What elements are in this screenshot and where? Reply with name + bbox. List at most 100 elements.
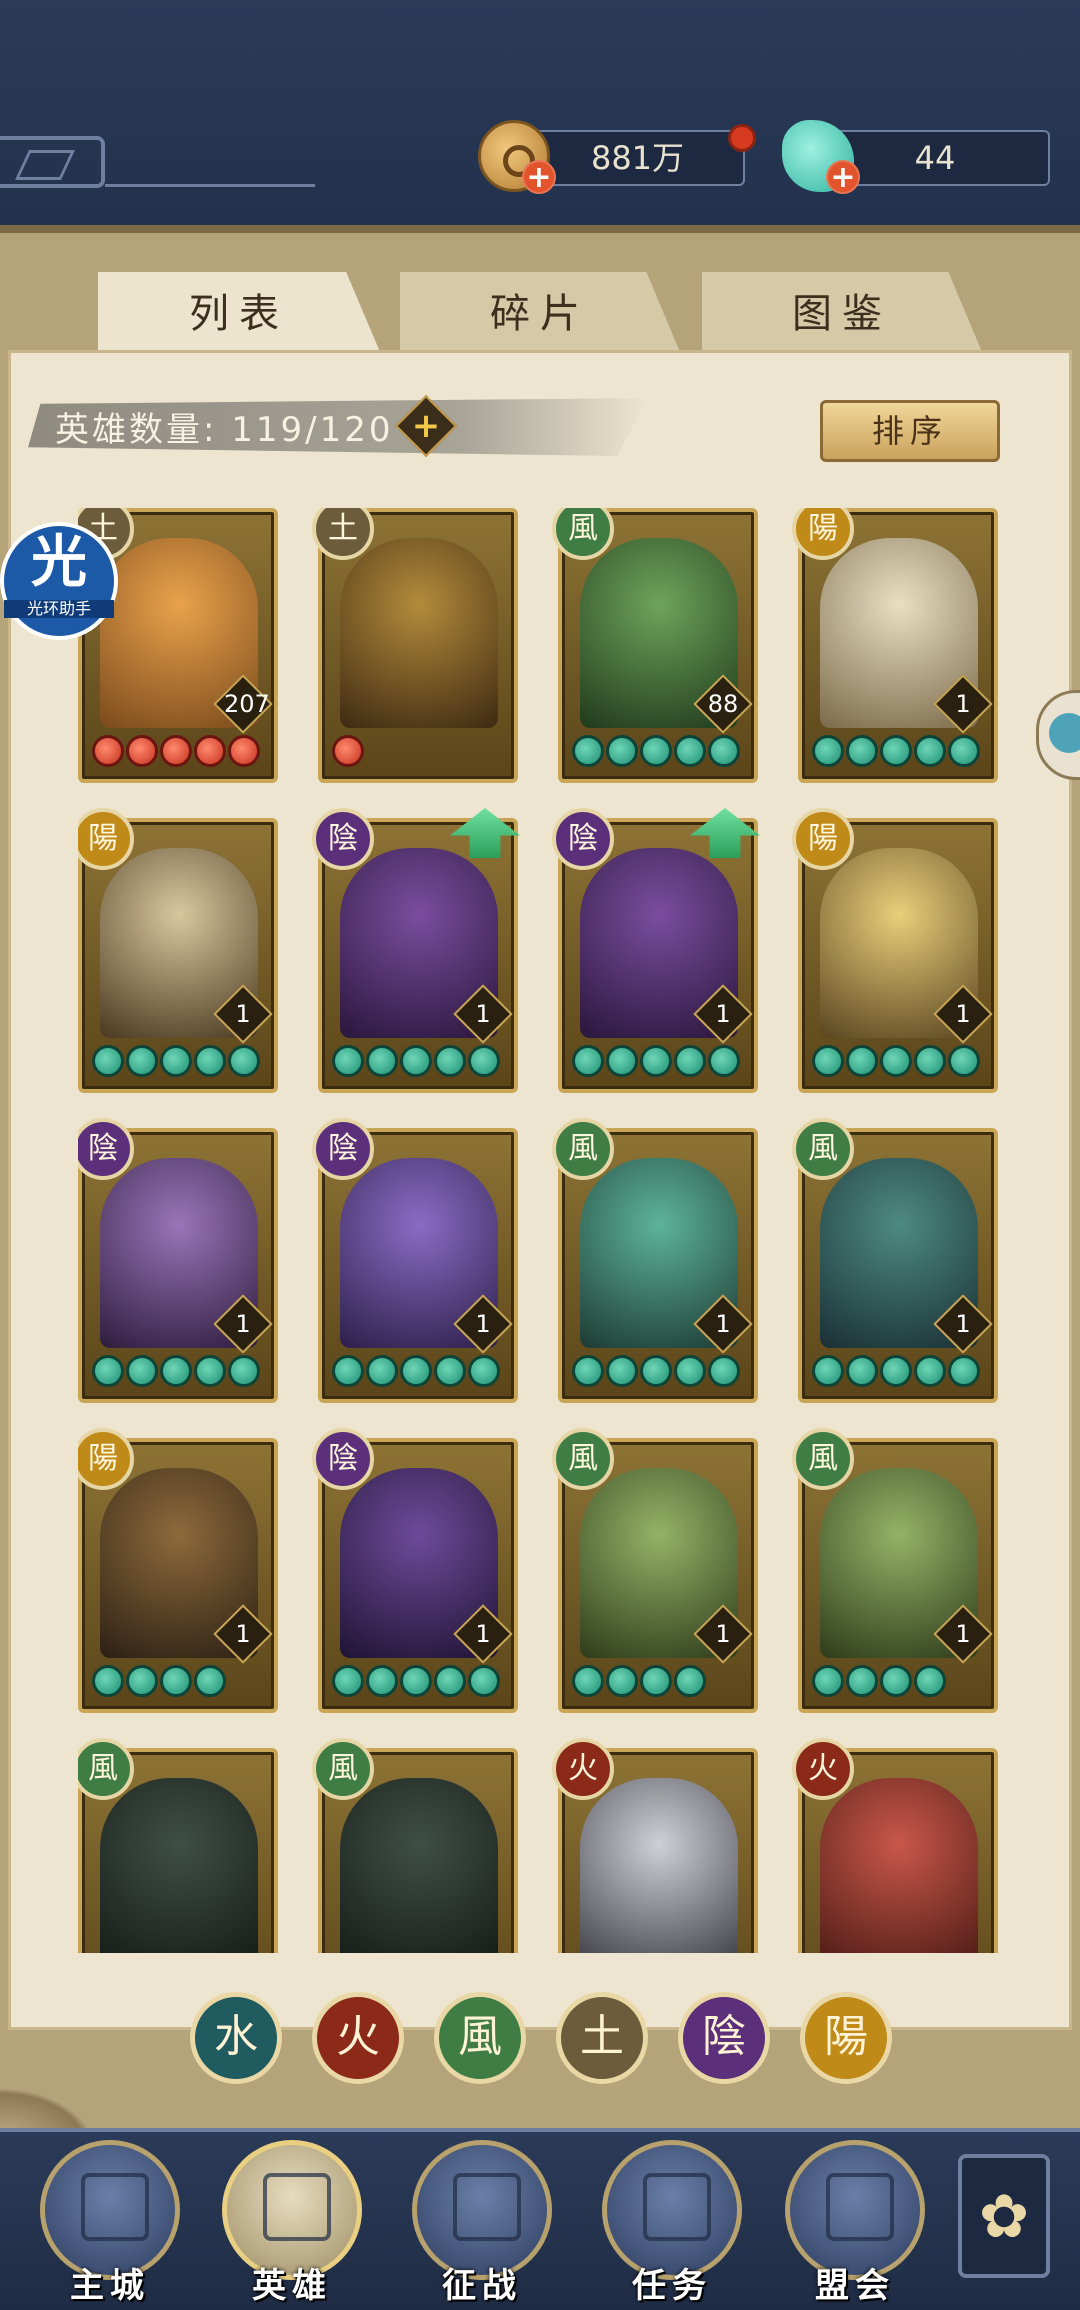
tab-codex[interactable]: 图鉴 xyxy=(702,272,982,352)
hero-level: 1 xyxy=(955,1310,971,1338)
star-icon xyxy=(606,1045,638,1077)
element-badge-yin: 陰 xyxy=(312,808,374,870)
hero-level: 1 xyxy=(475,1620,491,1648)
star-icon xyxy=(126,1045,158,1077)
element-badge-wind: 風 xyxy=(312,1738,374,1800)
hero-stars xyxy=(332,1045,512,1081)
star-icon xyxy=(572,1355,604,1387)
star-icon xyxy=(468,1355,500,1387)
hero-stars xyxy=(812,1665,992,1701)
hero-card[interactable]: 陰1 xyxy=(312,1428,518,1713)
star-icon xyxy=(194,735,226,767)
hero-card[interactable]: 陽1 xyxy=(78,1428,278,1713)
assistant-bubble[interactable]: 光 光环助手 xyxy=(0,522,118,640)
panel-border xyxy=(0,225,1080,233)
star-icon xyxy=(194,1355,226,1387)
hero-stars xyxy=(812,735,992,771)
filter-earth[interactable]: 土 xyxy=(556,1992,648,2084)
hero-stars xyxy=(572,1665,752,1701)
star-icon xyxy=(366,1045,398,1077)
hero-card[interactable]: 陽1 xyxy=(792,508,998,783)
element-badge-yin: 陰 xyxy=(312,1428,374,1490)
nav-label: 盟会 xyxy=(815,2266,895,2306)
hero-card[interactable]: 陽1 xyxy=(78,808,278,1093)
flower-icon: ✿ xyxy=(978,2182,1030,2252)
hero-card[interactable]: 風 xyxy=(78,1738,278,1953)
star-icon xyxy=(674,735,706,767)
nav-guild[interactable]: 盟会 xyxy=(785,2140,925,2306)
element-badge-wind: 風 xyxy=(552,508,614,560)
hero-card[interactable]: 風1 xyxy=(552,1118,758,1403)
add-coins-button[interactable]: + xyxy=(522,160,556,194)
hero-card[interactable]: 陰1 xyxy=(312,808,520,1093)
star-icon xyxy=(914,1045,946,1077)
element-badge-fire: 火 xyxy=(792,1738,854,1800)
star-icon xyxy=(674,1045,706,1077)
hero-card[interactable]: 風1 xyxy=(552,1428,758,1713)
hero-card[interactable]: 陰1 xyxy=(78,1118,278,1403)
star-icon xyxy=(194,1665,226,1697)
nav-tasks[interactable]: 任务 xyxy=(602,2140,742,2306)
nav-main-city[interactable]: 主城 xyxy=(40,2140,180,2306)
filter-wind[interactable]: 風 xyxy=(434,1992,526,2084)
star-icon xyxy=(160,735,192,767)
hero-card[interactable]: 風1 xyxy=(792,1428,998,1713)
star-icon xyxy=(640,1355,672,1387)
tab-fragments[interactable]: 碎片 xyxy=(400,272,680,352)
hero-portrait xyxy=(100,1778,258,1953)
star-icon xyxy=(846,1355,878,1387)
hero-card[interactable]: 風 xyxy=(312,1738,518,1953)
hero-portrait xyxy=(820,1778,978,1953)
hero-card[interactable]: 火 xyxy=(792,1738,998,1953)
star-icon xyxy=(160,1045,192,1077)
star-icon xyxy=(92,1355,124,1387)
element-badge-yang: 陽 xyxy=(78,808,134,870)
hero-card[interactable]: 陰1 xyxy=(312,1118,518,1403)
star-icon xyxy=(846,735,878,767)
hero-grid: 土 207 土風 88 陽 1 陽 1 陰 1 陰 1 陽 1 陰 1 陰 1 風 1 風 1 陽 1 陰 1 風 1 風 1 風風火火 xyxy=(78,508,1008,1953)
nav-heroes[interactable]: 英雄 xyxy=(222,2140,362,2306)
hero-level: 1 xyxy=(715,1620,731,1648)
coin-counter: 881万 xyxy=(530,130,745,186)
filter-yin[interactable]: 陰 xyxy=(678,1992,770,2084)
hero-card[interactable]: 陽1 xyxy=(792,808,998,1093)
star-icon xyxy=(708,1045,740,1077)
hero-card[interactable]: 土 xyxy=(312,508,518,783)
star-icon xyxy=(606,1355,638,1387)
tab-list[interactable]: 列表 xyxy=(98,272,380,352)
hero-card[interactable]: 風 88 xyxy=(552,508,758,783)
star-icon xyxy=(948,735,980,767)
hero-level: 1 xyxy=(955,1620,971,1648)
filter-water[interactable]: 水 xyxy=(190,1992,282,2084)
star-icon xyxy=(812,1665,844,1697)
hero-card[interactable]: 火 xyxy=(552,1738,758,1953)
hero-stars xyxy=(332,1355,512,1391)
hero-level: 1 xyxy=(715,1310,731,1338)
star-icon xyxy=(400,1045,432,1077)
filter-yang[interactable]: 陽 xyxy=(800,1992,892,2084)
element-badge-wind: 風 xyxy=(792,1428,854,1490)
star-icon xyxy=(468,1665,500,1697)
element-badge-wind: 風 xyxy=(552,1428,614,1490)
star-icon xyxy=(160,1355,192,1387)
star-icon xyxy=(434,1045,466,1077)
add-gems-button[interactable]: + xyxy=(826,160,860,194)
star-icon xyxy=(126,1665,158,1697)
sort-button[interactable]: 排序 xyxy=(820,400,1000,462)
nav-label: 英雄 xyxy=(252,2266,332,2306)
nav-label: 主城 xyxy=(70,2266,150,2306)
element-badge-wind: 風 xyxy=(78,1738,134,1800)
hero-card[interactable]: 風1 xyxy=(792,1118,998,1403)
hero-level: 1 xyxy=(955,690,971,718)
filter-fire[interactable]: 火 xyxy=(312,1992,404,2084)
star-icon xyxy=(880,735,912,767)
star-icon xyxy=(228,735,260,767)
star-icon xyxy=(640,1665,672,1697)
hero-portrait-icon xyxy=(263,2173,331,2241)
more-menu-button[interactable]: ✿ xyxy=(958,2154,1050,2278)
star-icon xyxy=(228,1045,260,1077)
hero-stars xyxy=(92,1045,272,1081)
assistant-caption: 光环助手 xyxy=(4,600,114,618)
hero-card[interactable]: 陰1 xyxy=(552,808,760,1093)
nav-campaign[interactable]: 征战 xyxy=(412,2140,552,2306)
